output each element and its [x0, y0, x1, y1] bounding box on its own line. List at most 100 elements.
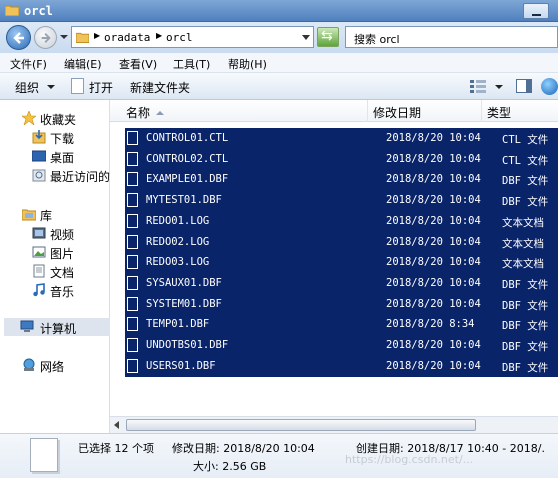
file-icon	[127, 296, 138, 311]
desktop-icon	[32, 150, 46, 162]
menu-edit[interactable]: 编辑(E)	[64, 56, 102, 72]
file-row[interactable]: TEMP01.DBF 2018/8/20 8:34 DBF 文件	[125, 314, 558, 336]
file-icon	[127, 131, 138, 145]
nav-network-label: 网络	[40, 360, 65, 374]
file-row[interactable]: CONTROL01.CTL 2018/8/20 10:04 CTL 文件	[125, 128, 558, 149]
scroll-left-icon[interactable]	[114, 421, 119, 429]
nav-downloads[interactable]: 下载	[32, 128, 110, 146]
file-icon	[127, 193, 138, 208]
nav-documents[interactable]: 文档	[32, 262, 110, 280]
breadcrumb-orcl[interactable]: orcl	[166, 31, 193, 44]
document-icon	[71, 78, 84, 94]
file-row[interactable]: MYTEST01.DBF 2018/8/20 10:04 DBF 文件	[125, 190, 558, 212]
folder-icon	[5, 5, 19, 16]
picture-icon	[32, 246, 46, 258]
file-modified-date: 2018/8/20 10:04	[386, 339, 481, 351]
file-row[interactable]: SYSTEM01.DBF 2018/8/20 10:04 DBF 文件	[125, 293, 558, 315]
file-row[interactable]: REDO03.LOG 2018/8/20 10:04 文本文档	[125, 252, 558, 274]
nav-network[interactable]: 网络	[22, 356, 110, 374]
nav-downloads-label: 下载	[50, 132, 75, 146]
nav-pictures[interactable]: 图片	[32, 243, 110, 261]
chevron-down-icon[interactable]	[47, 85, 55, 89]
command-bar: 组织 打开 新建文件夹	[0, 73, 558, 100]
file-name: MYTEST01.DBF	[146, 194, 222, 207]
nav-desktop-label: 桌面	[50, 151, 75, 165]
nav-music-label: 音乐	[50, 285, 75, 299]
nav-music[interactable]: 音乐	[32, 281, 110, 299]
help-icon[interactable]	[541, 78, 558, 95]
minimize-button[interactable]	[523, 3, 549, 19]
new-folder-button[interactable]: 新建文件夹	[130, 79, 190, 96]
file-row[interactable]: REDO01.LOG 2018/8/20 10:04 文本文档	[125, 210, 558, 232]
arrow-right-icon	[41, 33, 51, 43]
file-name: SYSTEM01.DBF	[146, 297, 222, 310]
chevron-down-icon[interactable]	[495, 85, 503, 89]
watermark: https://blog.csdn.net/...	[345, 453, 474, 466]
breadcrumb-arrow-icon[interactable]: ▶	[94, 31, 100, 40]
file-name: EXAMPLE01.DBF	[146, 173, 229, 186]
organize-button[interactable]: 组织	[15, 79, 39, 96]
nav-desktop[interactable]: 桌面	[32, 147, 110, 165]
scrollbar-thumb[interactable]	[126, 419, 476, 431]
file-type: CTL 文件	[502, 154, 549, 167]
menu-view[interactable]: 查看(V)	[119, 56, 157, 72]
nav-pictures-label: 图片	[50, 247, 75, 261]
view-options-icon[interactable]	[470, 80, 486, 93]
column-header-row: 名称 修改日期 类型	[110, 100, 558, 122]
file-icon	[127, 234, 138, 249]
file-name: SYSAUX01.DBF	[146, 276, 222, 289]
navigation-pane: 收藏夹 下载 桌面 最近访问的 库 视频 图片 文档 音乐 计算机 网络	[0, 100, 110, 433]
column-header-type[interactable]: 类型	[487, 104, 511, 121]
file-name: REDO03.LOG	[146, 256, 210, 269]
menu-bar: 文件(F) 编辑(E) 查看(V) 工具(T) 帮助(H)	[0, 53, 558, 73]
menu-tools[interactable]: 工具(T)	[173, 56, 210, 72]
file-name: CONTROL01.CTL	[146, 132, 229, 144]
forward-button[interactable]	[34, 26, 57, 49]
file-row[interactable]: CONTROL02.CTL 2018/8/20 10:04 CTL 文件	[125, 148, 558, 170]
back-button[interactable]	[6, 25, 31, 50]
address-box[interactable]: ▶ oradata ▶ orcl	[71, 26, 314, 48]
address-bar-row: ▶ oradata ▶ orcl 搜索 orcl	[0, 22, 558, 53]
column-header-name[interactable]: 名称	[126, 104, 150, 121]
file-type: 文本文档	[502, 237, 544, 250]
computer-icon	[20, 320, 34, 332]
nav-videos[interactable]: 视频	[32, 224, 110, 242]
nav-computer[interactable]: 计算机	[4, 318, 110, 336]
preview-pane-icon[interactable]	[516, 79, 532, 93]
column-divider[interactable]	[367, 100, 368, 122]
nav-favorites[interactable]: 收藏夹	[22, 109, 110, 127]
search-placeholder: 搜索 orcl	[354, 33, 400, 46]
file-modified-date: 2018/8/20 10:04	[386, 276, 481, 289]
folder-icon	[76, 32, 89, 43]
file-row[interactable]: SYSAUX01.DBF 2018/8/20 10:04 DBF 文件	[125, 272, 558, 294]
file-name: UNDOTBS01.DBF	[146, 339, 229, 351]
refresh-button[interactable]	[317, 27, 339, 47]
menu-file[interactable]: 文件(F)	[10, 56, 47, 72]
search-input[interactable]: 搜索 orcl	[345, 26, 558, 48]
file-icon	[127, 317, 138, 332]
window-title: orcl	[24, 4, 53, 18]
column-divider[interactable]	[481, 100, 482, 122]
nav-recent[interactable]: 最近访问的	[32, 166, 110, 184]
open-button[interactable]: 打开	[89, 79, 113, 96]
selection-count: 已选择 12 个项	[78, 442, 154, 455]
file-icon	[127, 172, 138, 187]
file-row[interactable]: EXAMPLE01.DBF 2018/8/20 10:04 DBF 文件	[125, 169, 558, 191]
file-modified-date: 2018/8/20 10:04	[386, 214, 481, 227]
column-header-modified[interactable]: 修改日期	[373, 104, 421, 121]
file-type: DBF 文件	[502, 361, 549, 374]
menu-help[interactable]: 帮助(H)	[228, 56, 267, 72]
address-dropdown-icon[interactable]	[302, 35, 310, 40]
nav-libraries[interactable]: 库	[22, 205, 110, 223]
file-name: TEMP01.DBF	[146, 318, 210, 331]
file-type: DBF 文件	[502, 196, 549, 209]
file-row[interactable]: UNDOTBS01.DBF 2018/8/20 10:04 DBF 文件	[125, 335, 558, 356]
file-row[interactable]: USERS01.DBF 2018/8/20 10:04 DBF 文件	[125, 355, 558, 377]
horizontal-scrollbar[interactable]	[110, 416, 558, 433]
music-icon	[33, 283, 45, 297]
title-bar: orcl	[0, 0, 558, 22]
breadcrumb-arrow-icon[interactable]: ▶	[156, 31, 162, 40]
recent-pages-dropdown[interactable]	[60, 35, 68, 39]
file-row[interactable]: REDO02.LOG 2018/8/20 10:04 文本文档	[125, 231, 558, 253]
breadcrumb-oradata[interactable]: oradata	[104, 31, 150, 44]
